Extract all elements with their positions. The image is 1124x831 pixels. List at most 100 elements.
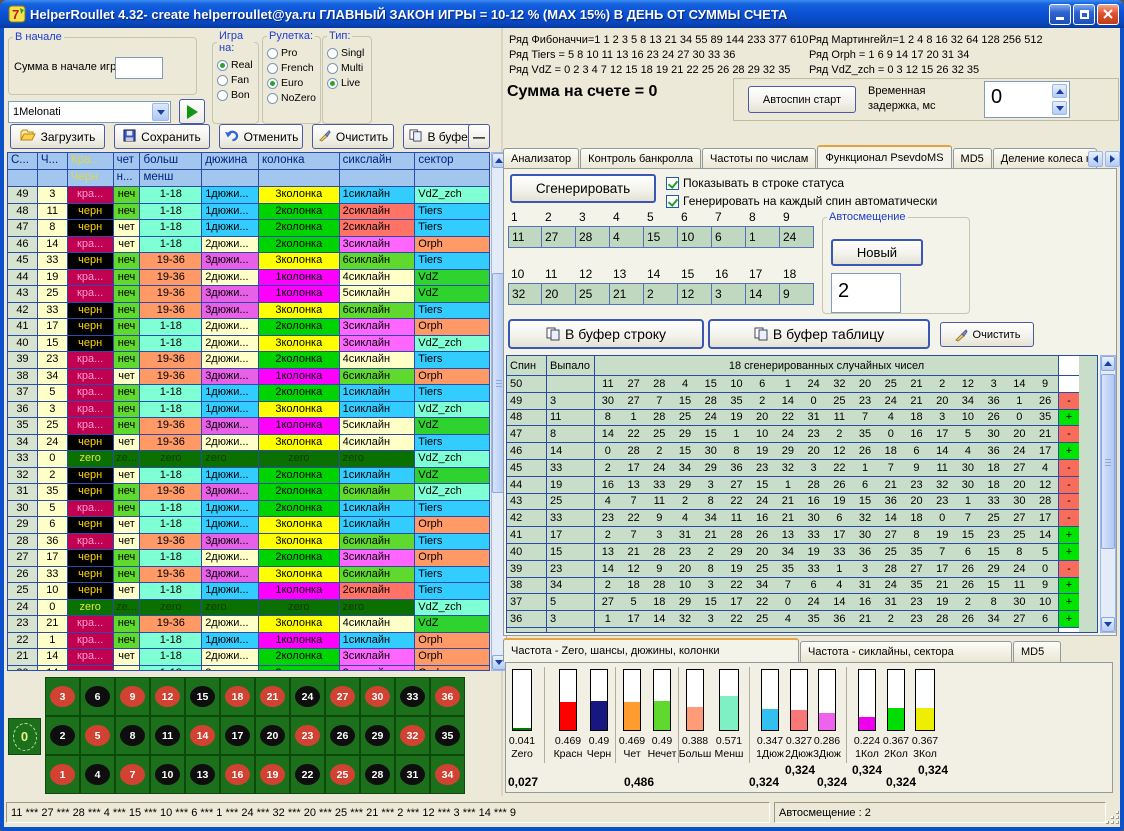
generated-row[interactable]: 47814222529151102423235016175302021- <box>507 426 1097 443</box>
board-cell-6[interactable]: 6 <box>80 677 115 716</box>
board-cell-15[interactable]: 15 <box>185 677 220 716</box>
history-row[interactable]: 4325кра...неч19-363дюжи...1колонка5сикла… <box>8 286 489 303</box>
start-sum-input[interactable] <box>115 57 163 79</box>
board-cell-16[interactable]: 16 <box>220 755 255 794</box>
generated-row[interactable]: 49330277152835214025232421203436126- <box>507 393 1097 410</box>
history-row[interactable]: 4117черннеч1-182дюжи...2колонка3сиклайнO… <box>8 319 489 336</box>
copy-table-button[interactable]: В буфер таблицу <box>708 319 930 349</box>
generated-row[interactable]: 50112728415106124322025212123149 <box>507 376 1097 393</box>
generated-row[interactable]: 411727331212826133317302781915232514+ <box>507 527 1097 544</box>
autospin-start-button[interactable]: Автоспин старт <box>748 86 856 113</box>
generated-row[interactable]: 46140282153081929201226186144362417+ <box>507 443 1097 460</box>
radio-option-live[interactable]: Live <box>327 77 367 89</box>
board-cell-25[interactable]: 25 <box>325 755 360 794</box>
board-cell-33[interactable]: 33 <box>395 677 430 716</box>
history-row[interactable]: 478чернчет1-181дюжи...2колонка2сиклайнTi… <box>8 220 489 237</box>
radio-option-bon[interactable]: Bon <box>217 89 254 101</box>
radio-option-pro[interactable]: Pro <box>267 47 316 59</box>
scrollbar-thumb[interactable] <box>1101 374 1115 549</box>
board-cell-35[interactable]: 35 <box>430 716 465 755</box>
radio-option-french[interactable]: French <box>267 62 316 74</box>
board-cell-30[interactable]: 30 <box>360 677 395 716</box>
board-cell-7[interactable]: 7 <box>115 755 150 794</box>
radio-option-multi[interactable]: Multi <box>327 62 367 74</box>
board-cell-3[interactable]: 3 <box>45 677 80 716</box>
checkbox-option[interactable]: Генерировать на каждый спин автоматическ… <box>666 193 937 209</box>
board-cell-4[interactable]: 4 <box>80 755 115 794</box>
history-row[interactable]: 3834кра...чет19-363дюжи...1колонка6сикла… <box>8 369 489 386</box>
run-profile-button[interactable] <box>179 99 205 124</box>
history-row[interactable]: 493кра...неч1-181дюжи...3колонка1сиклайн… <box>8 187 489 204</box>
board-cell-28[interactable]: 28 <box>360 755 395 794</box>
generated-scrollbar[interactable] <box>1100 355 1116 633</box>
minimize-button[interactable] <box>1049 4 1071 25</box>
radio-option-singl[interactable]: Singl <box>327 47 367 59</box>
board-cell-5[interactable]: 5 <box>80 716 115 755</box>
generated-row[interactable]: 3631171432322254353621223282634276+ <box>507 611 1097 628</box>
history-row[interactable]: 2114кра...чет1-182дюжи...2колонка3сиклай… <box>8 649 489 666</box>
close-button[interactable] <box>1097 4 1119 25</box>
tab-scroll-right-button[interactable] <box>1105 151 1120 167</box>
title-bar[interactable]: 7 HelperRoullet 4.32- create helperroull… <box>0 0 1124 28</box>
history-row[interactable]: 2510чернчет1-181дюжи...1колонка2сиклайнT… <box>8 583 489 600</box>
tab-деление[interactable]: Деление колеса на <box>993 148 1097 169</box>
history-row[interactable]: 4533черннеч19-363дюжи...3колонка6сиклайн… <box>8 253 489 270</box>
board-cell-20[interactable]: 20 <box>255 716 290 755</box>
board-cell-12[interactable]: 12 <box>150 677 185 716</box>
board-cell-22[interactable]: 22 <box>290 755 325 794</box>
tab-контроль[interactable]: Контроль банкролла <box>580 148 701 169</box>
generated-row[interactable]: 37527518291517220241416312319283010+ <box>507 594 1097 611</box>
collapse-button[interactable]: — <box>468 124 490 149</box>
history-row[interactable]: 3525кра...неч19-363дюжи...1колонка5сикла… <box>8 418 489 435</box>
отменить-button[interactable]: Отменить <box>219 124 303 149</box>
history-row[interactable]: 4233черннеч19-363дюжи...3колонка6сиклайн… <box>8 303 489 320</box>
spinner-down-button[interactable] <box>1052 101 1067 115</box>
history-row[interactable]: 3135черннеч19-363дюжи...2колонка6сиклайн… <box>8 484 489 501</box>
board-cell-21[interactable]: 21 <box>255 677 290 716</box>
сохранить-button[interactable]: Сохранить <box>114 124 210 149</box>
board-cell-zero[interactable]: 0 <box>8 718 41 755</box>
board-cell-36[interactable]: 36 <box>430 677 465 716</box>
history-row[interactable]: 322чернчет1-181дюжи...2колонка1сиклайнVd… <box>8 468 489 485</box>
tab-функционал[interactable]: Функционал PsevdoMS <box>817 145 951 169</box>
history-row[interactable]: 4614кра...чет1-182дюжи...2колонка3сиклай… <box>8 237 489 254</box>
board-cell-34[interactable]: 34 <box>430 755 465 794</box>
maximize-button[interactable] <box>1073 4 1095 25</box>
freq-tab-1[interactable]: Частота - сиклайны, сектора <box>800 641 1012 662</box>
generated-row[interactable]: 4419161333293271512826621233230182012- <box>507 477 1097 494</box>
generated-row[interactable]: 4533217243429362332322179113018274- <box>507 460 1097 477</box>
radio-option-real[interactable]: Real <box>217 59 254 71</box>
board-cell-14[interactable]: 14 <box>185 716 220 755</box>
tab-анализатор[interactable]: Анализатор <box>503 148 579 169</box>
autoshift-value[interactable]: 2 <box>831 273 901 313</box>
board-cell-31[interactable]: 31 <box>395 755 430 794</box>
copy-row-button[interactable]: В буфер строку <box>508 319 704 349</box>
board-cell-19[interactable]: 19 <box>255 755 290 794</box>
history-row[interactable]: 330zeroze...zerozerozerozeroVdZ_zch <box>8 451 489 468</box>
generated-row[interactable]: 4811812825241920223111741831026035+ <box>507 410 1097 427</box>
history-row[interactable]: 221кра...неч1-181дюжи...1колонка1сиклайн… <box>8 633 489 650</box>
board-cell-9[interactable]: 9 <box>115 677 150 716</box>
board-cell-1[interactable]: 1 <box>45 755 80 794</box>
history-row[interactable]: 2836кра...чет19-363дюжи...3колонка6сикла… <box>8 534 489 551</box>
history-row[interactable]: 4419кра...неч19-362дюжи...1колонка4сикла… <box>8 270 489 287</box>
board-cell-2[interactable]: 2 <box>45 716 80 755</box>
history-row[interactable]: 3424чернчет19-362дюжи...3колонка4сиклайн… <box>8 435 489 452</box>
history-row[interactable]: 2717черннеч1-182дюжи...2колонка3сиклайнO… <box>8 550 489 567</box>
profile-combobox[interactable]: 1Melonati <box>8 101 171 123</box>
generate-button[interactable]: Сгенерировать <box>510 174 656 203</box>
board-cell-32[interactable]: 32 <box>395 716 430 755</box>
generated-row[interactable]: 39231412920819253533132827172629240- <box>507 561 1097 578</box>
board-cell-29[interactable]: 29 <box>360 716 395 755</box>
board-cell-17[interactable]: 17 <box>220 716 255 755</box>
scroll-down-button[interactable] <box>1101 617 1115 632</box>
history-row[interactable]: 375кра...неч1-181дюжи...2колонка1сиклайн… <box>8 385 489 402</box>
board-cell-11[interactable]: 11 <box>150 716 185 755</box>
history-row[interactable]: 2014кра...чет1-182дюжи...2колонка3сиклай… <box>8 666 489 672</box>
resize-grip[interactable] <box>1105 810 1119 824</box>
board-cell-23[interactable]: 23 <box>290 716 325 755</box>
history-row[interactable]: 305кра...неч1-181дюжи...2колонка1сиклайн… <box>8 501 489 518</box>
очистить-button[interactable]: Очистить <box>312 124 394 149</box>
tab-md5[interactable]: MD5 <box>953 148 992 169</box>
board-cell-13[interactable]: 13 <box>185 755 220 794</box>
